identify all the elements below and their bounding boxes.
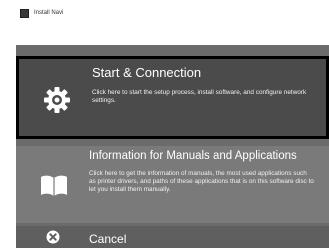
manuals-applications-title: Information for Manuals and Applications [89,150,297,162]
manuals-applications-description: Click here to get the information of man… [89,170,314,194]
cancel-title: Cancel [89,232,127,246]
cancel-button[interactable]: Cancel [16,226,329,248]
start-connection-button[interactable]: Start & Connection Click here to start t… [16,56,329,139]
gear-icon [43,86,71,114]
close-circle-icon [46,230,60,244]
start-connection-description: Click here to start the setup process, i… [92,89,307,105]
title-bar: Install Navi [0,0,329,26]
app-icon [20,8,29,18]
book-icon [40,174,68,198]
start-connection-title: Start & Connection [92,65,202,80]
window-title: Install Navi [34,10,64,16]
manuals-applications-button[interactable]: Information for Manuals and Applications… [16,146,329,223]
